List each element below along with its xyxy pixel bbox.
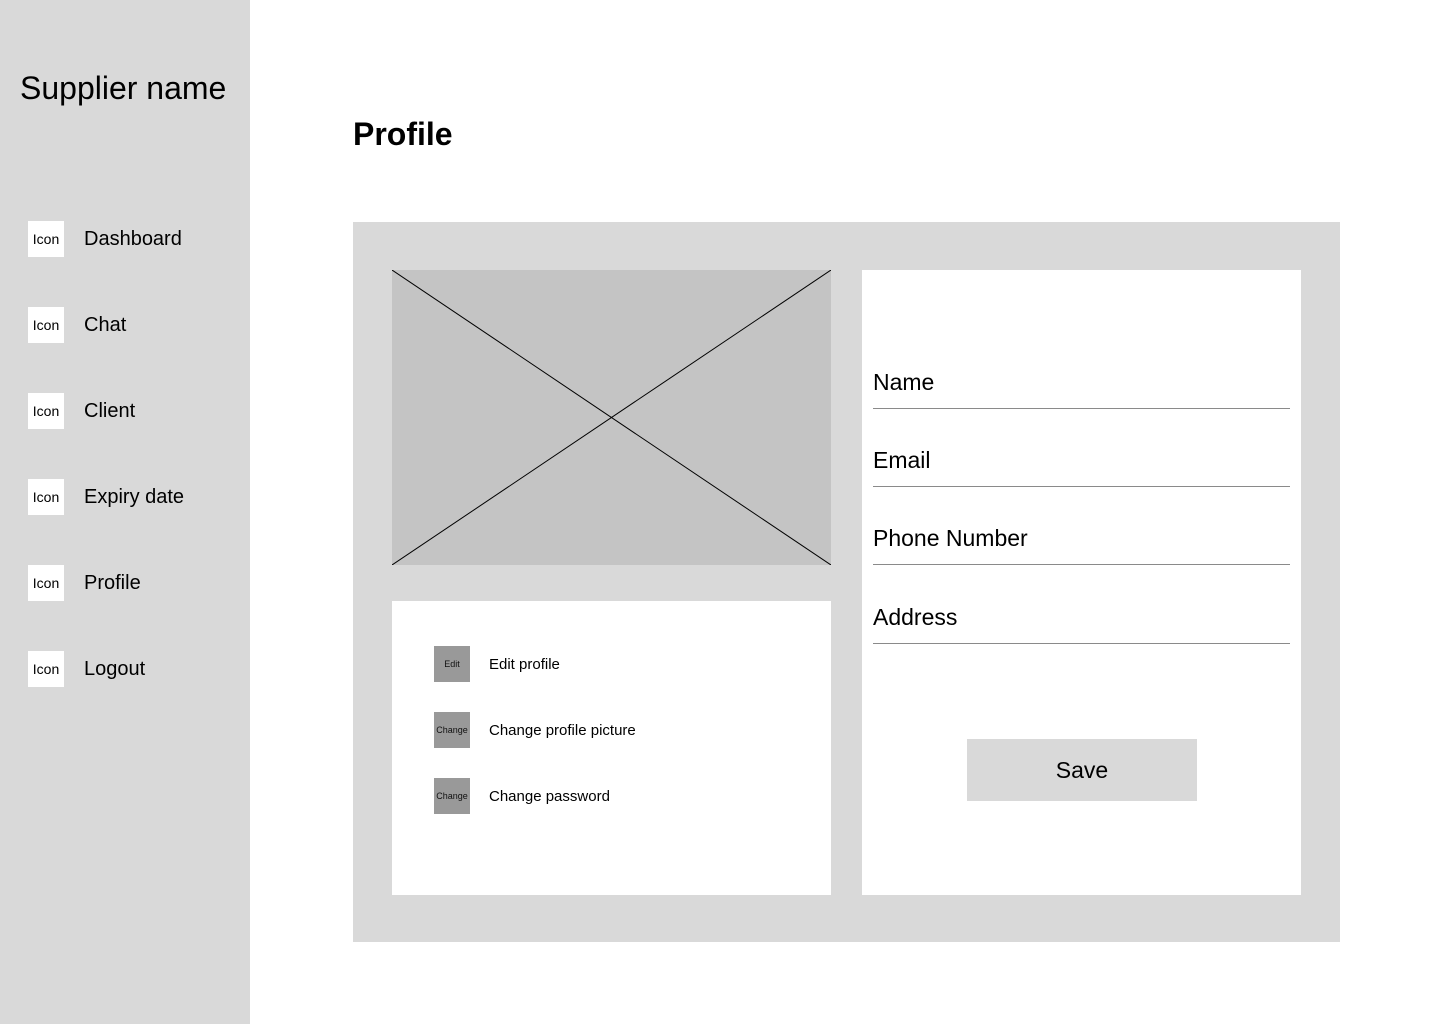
sidebar-item-logout[interactable]: Icon Logout — [28, 651, 238, 687]
edit-profile-action[interactable]: Edit Edit profile — [434, 646, 560, 682]
edit-icon: Edit — [434, 646, 470, 682]
change-password-action[interactable]: Change Change password — [434, 778, 610, 814]
sidebar-item-chat[interactable]: Icon Chat — [28, 307, 238, 343]
profile-actions-card: Edit Edit profile Change Change profile … — [392, 601, 831, 895]
action-label: Change password — [489, 787, 610, 805]
image-placeholder-icon — [392, 270, 831, 565]
action-label: Edit profile — [489, 655, 560, 673]
save-button[interactable]: Save — [967, 739, 1197, 801]
profile-form: Name Email Phone Number Address Save — [862, 270, 1301, 895]
profile-icon: Icon — [28, 565, 64, 601]
dashboard-icon: Icon — [28, 221, 64, 257]
field-label: Email — [873, 447, 931, 473]
field-label: Name — [873, 369, 935, 395]
logout-icon: Icon — [28, 651, 64, 687]
sidebar-item-label: Client — [84, 399, 136, 422]
phone-number-field[interactable]: Phone Number — [873, 525, 1290, 565]
chat-icon: Icon — [28, 307, 64, 343]
field-label: Phone Number — [873, 525, 1028, 551]
sidebar-item-label: Profile — [84, 571, 141, 594]
change-profile-picture-action[interactable]: Change Change profile picture — [434, 712, 636, 748]
client-icon: Icon — [28, 393, 64, 429]
expiry-date-icon: Icon — [28, 479, 64, 515]
field-label: Address — [873, 604, 958, 630]
sidebar-item-label: Logout — [84, 657, 146, 680]
action-label: Change profile picture — [489, 721, 636, 739]
sidebar-item-client[interactable]: Icon Client — [28, 393, 238, 429]
address-field[interactable]: Address — [873, 604, 1290, 644]
sidebar: Supplier name Icon Dashboard Icon Chat I… — [0, 0, 250, 1024]
sidebar-item-expiry-date[interactable]: Icon Expiry date — [28, 479, 238, 515]
change-password-icon: Change — [434, 778, 470, 814]
change-picture-icon: Change — [434, 712, 470, 748]
profile-picture-placeholder — [392, 270, 831, 565]
name-field[interactable]: Name — [873, 369, 1290, 409]
page-title: Profile — [353, 116, 453, 152]
sidebar-item-label: Expiry date — [84, 485, 185, 508]
sidebar-item-profile[interactable]: Icon Profile — [28, 565, 238, 601]
sidebar-item-label: Dashboard — [84, 227, 182, 250]
supplier-name: Supplier name — [20, 70, 227, 106]
sidebar-item-label: Chat — [84, 313, 127, 336]
sidebar-item-dashboard[interactable]: Icon Dashboard — [28, 221, 238, 257]
email-field[interactable]: Email — [873, 447, 1290, 487]
